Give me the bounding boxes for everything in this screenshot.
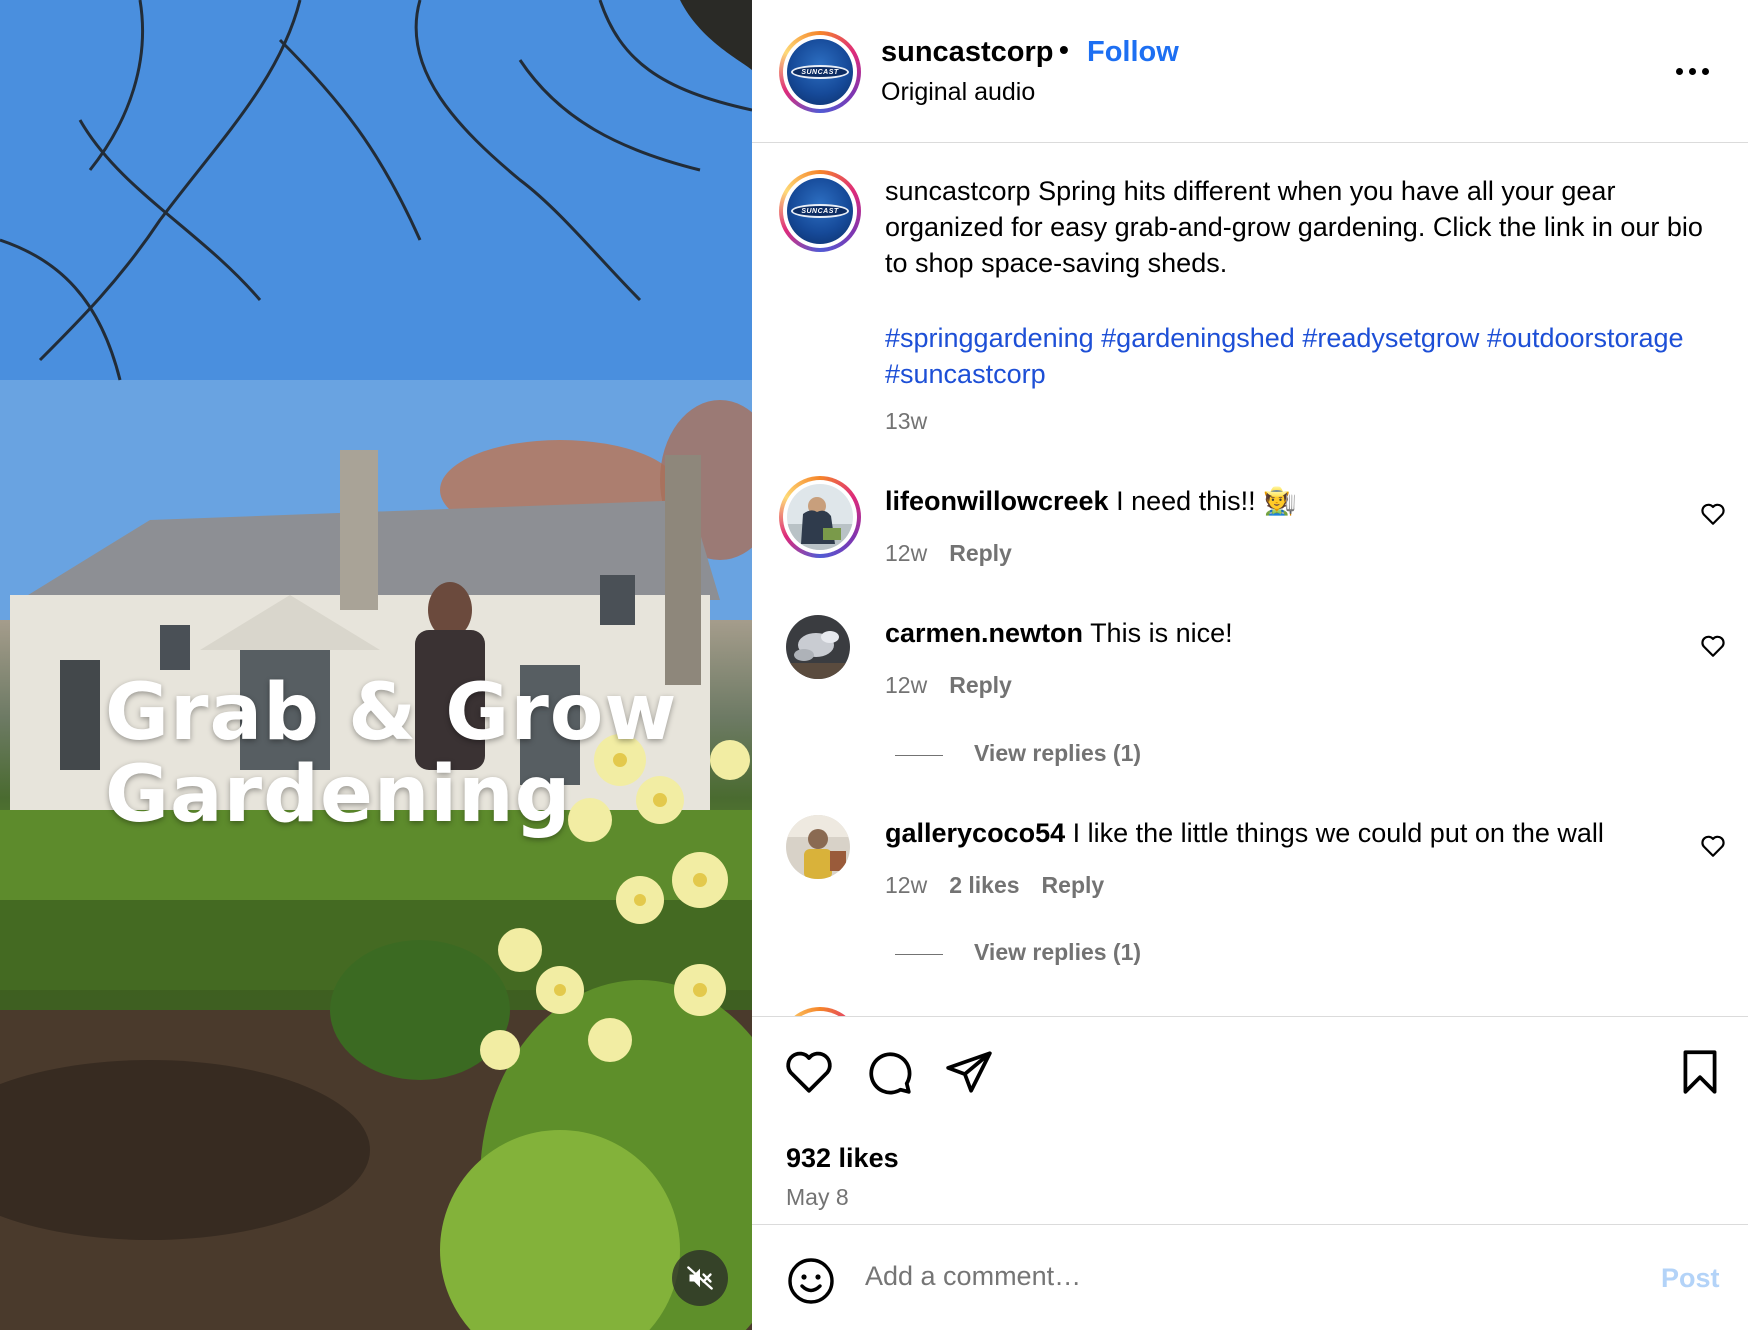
user-photo-avatar: [787, 484, 853, 550]
comment-body: lifeonwillowcreek I need this!! 🧑‍🌾: [885, 483, 1297, 519]
view-replies-button[interactable]: View replies (1): [974, 939, 1141, 966]
comment-time: 12w: [885, 540, 928, 566]
speaker-muted-icon: [687, 1266, 713, 1290]
likes-count[interactable]: 932 likes: [786, 1143, 899, 1174]
user-photo-avatar: [786, 815, 850, 879]
suncast-logo-icon: SUNCAST: [787, 178, 853, 244]
comment-username[interactable]: gallerycoco54: [885, 818, 1065, 848]
overlay-title-line-1: Grab & Grow: [105, 668, 678, 758]
caption-author-avatar[interactable]: SUNCAST: [779, 170, 861, 252]
more-options-icon[interactable]: [1676, 56, 1716, 86]
header-separator: •: [1059, 34, 1069, 65]
caption-hashtags[interactable]: #springgardening #gardeningshed #readyse…: [885, 320, 1705, 392]
comment-input[interactable]: [865, 1261, 1625, 1292]
logo-text: SUNCAST: [801, 68, 839, 76]
comments-list[interactable]: SUNCAST suncastcorp Spring hits differen…: [752, 143, 1748, 1017]
add-comment-bar: Post: [752, 1225, 1748, 1330]
comment-username[interactable]: carmen.newton: [885, 618, 1083, 648]
heart-icon[interactable]: [784, 1047, 834, 1097]
overlay-title-line-2: Gardening: [105, 750, 572, 840]
comment-time: 12w: [885, 672, 928, 698]
comment-avatar[interactable]: [786, 815, 850, 879]
bookmark-icon[interactable]: [1675, 1047, 1725, 1097]
comment-likes-count[interactable]: 2 likes: [949, 872, 1019, 898]
comment-body: gallerycoco54 I like the little things w…: [885, 815, 1604, 851]
comment-text: I need this!! 🧑‍🌾: [1116, 486, 1297, 516]
comment-meta: 12w Reply: [885, 540, 1012, 567]
post-comment-button[interactable]: Post: [1661, 1263, 1720, 1294]
emoji-icon[interactable]: [787, 1257, 835, 1305]
comment-text: This is nice!: [1090, 618, 1233, 648]
post-date: May 8: [786, 1184, 849, 1210]
view-replies-button[interactable]: View replies (1): [974, 740, 1141, 767]
post-detail-panel: SUNCAST suncastcorp • Follow Original au…: [752, 0, 1748, 1330]
caption-username[interactable]: suncastcorp: [885, 176, 1031, 206]
user-photo-avatar: [786, 615, 850, 679]
reply-button[interactable]: Reply: [949, 672, 1012, 698]
comment-body: carmen.newton This is nice!: [885, 615, 1233, 651]
comment-meta: 12w 2 likes Reply: [885, 872, 1104, 899]
comment-like-heart-icon[interactable]: [1700, 834, 1726, 858]
view-replies-divider: [895, 755, 943, 756]
video-overlay-title: Grab & Grow Gardening: [105, 672, 725, 836]
comment-avatar[interactable]: [786, 615, 850, 679]
reply-button[interactable]: Reply: [949, 540, 1012, 566]
logo-text: SUNCAST: [801, 207, 839, 215]
mute-toggle-button[interactable]: [672, 1250, 728, 1306]
view-replies-divider: [895, 954, 943, 955]
comment-username[interactable]: lifeonwillowcreek: [885, 486, 1109, 516]
author-avatar[interactable]: SUNCAST: [779, 31, 861, 113]
comment-meta: 12w Reply: [885, 672, 1012, 699]
reply-button[interactable]: Reply: [1042, 872, 1105, 898]
comment-avatar-partial[interactable]: [779, 1007, 861, 1016]
reel-video[interactable]: Grab & Grow Gardening: [0, 0, 752, 1330]
follow-button[interactable]: Follow: [1087, 36, 1179, 69]
caption-time: 13w: [885, 408, 928, 434]
garden-scene-image: [0, 0, 752, 1330]
comment-like-heart-icon[interactable]: [1700, 502, 1726, 526]
comment-avatar[interactable]: [779, 476, 861, 558]
author-username[interactable]: suncastcorp: [881, 36, 1053, 69]
comment-icon[interactable]: [864, 1047, 914, 1097]
post-caption: suncastcorp Spring hits different when y…: [885, 173, 1705, 281]
comment-time: 12w: [885, 872, 928, 898]
post-header: SUNCAST suncastcorp • Follow Original au…: [752, 0, 1748, 143]
suncast-logo-icon: SUNCAST: [787, 39, 853, 105]
share-icon[interactable]: [944, 1047, 994, 1097]
post-actions: 932 likes May 8: [752, 1017, 1748, 1225]
comment-text: I like the little things we could put on…: [1072, 818, 1604, 848]
comment-like-heart-icon[interactable]: [1700, 634, 1726, 658]
audio-link[interactable]: Original audio: [881, 78, 1035, 107]
